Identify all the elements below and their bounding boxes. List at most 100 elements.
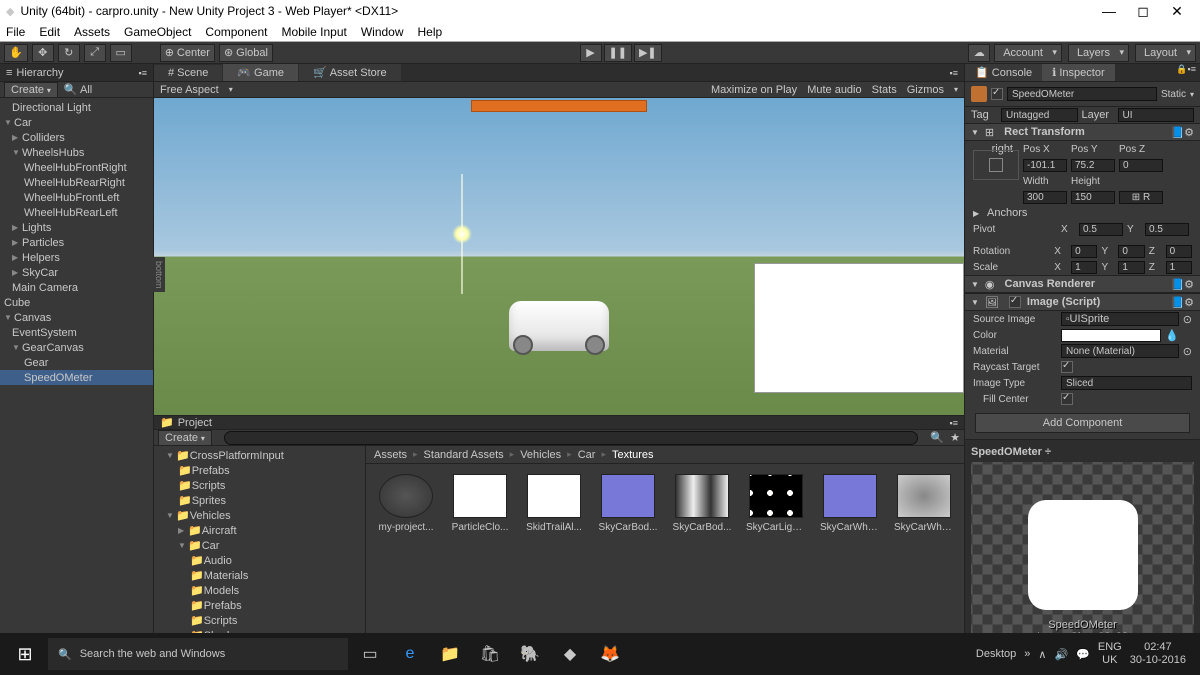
raycast-checkbox[interactable] [1061,361,1073,373]
rot-z[interactable]: 0 [1166,245,1192,258]
blueprint-button[interactable]: ⊞ R [1119,191,1163,204]
hierarchy-item[interactable]: ▶SkyCar [0,265,153,280]
folder-item[interactable]: ▼📁 Car [154,538,365,553]
minimize-button[interactable]: — [1092,3,1126,19]
volume-icon[interactable]: 🔊 [1054,648,1068,661]
hierarchy-item[interactable]: Main Camera [0,280,153,295]
anchors-foldout[interactable]: Anchors [987,207,1027,219]
color-field[interactable] [1061,329,1161,342]
project-tab[interactable]: Project [178,417,212,429]
hierarchy-item[interactable]: ▼Canvas [0,310,153,325]
desktop-label[interactable]: Desktop [976,648,1016,660]
asset-item[interactable]: SkyCarBod... [598,474,658,533]
tray-up-icon[interactable]: ∧ [1038,648,1046,661]
asset-item[interactable]: SkidTrailAl... [524,474,584,533]
asset-item[interactable]: SkyCarBod... [672,474,732,533]
edge-icon[interactable]: e [392,638,428,670]
crumb[interactable]: Textures [612,449,654,461]
hierarchy-search[interactable]: 🔍 All [64,83,149,96]
scale-tool[interactable]: ⤢ [84,44,106,62]
hierarchy-item[interactable]: WheelHubRearLeft [0,205,153,220]
hierarchy-item[interactable]: ▶Lights [0,220,153,235]
store-icon[interactable]: 🛍 [472,638,508,670]
pivot-mode-button[interactable]: ⊕Center [160,44,215,62]
folder-item[interactable]: 📁 Materials [154,568,365,583]
layer-dropdown[interactable]: UI [1118,108,1195,122]
cloud-button[interactable]: ☁ [968,44,990,62]
image-header[interactable]: ▼🖼Image (Script)📘⚙ [965,293,1200,311]
hierarchy-item[interactable]: WheelHubRearRight [0,175,153,190]
project-tree[interactable]: ▼📁 CrossPlatformInput 📁 Prefabs 📁 Script… [154,446,366,660]
task-view-icon[interactable]: ▭ [352,638,388,670]
taskbar-search[interactable]: 🔍 Search the web and Windows [48,638,348,670]
hierarchy-item[interactable]: WheelHubFrontLeft [0,190,153,205]
rect-transform-header[interactable]: ▼⊞Rect Transform 📘⚙ [965,123,1200,141]
layers-dropdown[interactable]: Layers [1068,44,1129,62]
static-label[interactable]: Static [1161,89,1186,100]
folder-item[interactable]: 📁 Audio [154,553,365,568]
folder-item[interactable]: 📁 Sprites [154,493,365,508]
pivot-rotation-button[interactable]: ⊛Global [219,44,273,62]
folder-item[interactable]: ▼📁 Vehicles [154,508,365,523]
maximize-on-play[interactable]: Maximize on Play [711,84,797,96]
asset-item[interactable]: SkyCarWhe... [820,474,880,533]
tab-asset-store[interactable]: 🛒Asset Store [299,64,401,81]
width-field[interactable]: 300 [1023,191,1067,204]
play-button[interactable]: ▶ [580,44,602,62]
project-create-button[interactable]: Create ▾ [158,430,212,446]
notifications-icon[interactable]: 💬 [1076,648,1090,661]
menu-component[interactable]: Component [205,25,267,39]
gizmos-dropdown[interactable]: Gizmos [907,84,944,96]
height-field[interactable]: 150 [1071,191,1115,204]
component-menu-icon[interactable]: 📘⚙ [1170,296,1194,309]
hierarchy-item[interactable]: Gear [0,355,153,370]
scale-z[interactable]: 1 [1166,261,1192,274]
asset-item[interactable]: SkyCarLigh... [746,474,806,533]
source-image-field[interactable]: ▫ UISprite [1061,312,1179,326]
menu-assets[interactable]: Assets [74,25,110,39]
tag-dropdown[interactable]: Untagged [1001,108,1078,122]
preview-image[interactable]: SpeedOMeterImage Size: 32x32 [971,462,1194,647]
inspector-menu-icon[interactable]: 🔒▪≡ [1172,64,1200,81]
menu-mobileinput[interactable]: Mobile Input [281,25,346,39]
hierarchy-tree[interactable]: Directional Light ▼Car ▶Colliders ▼Wheel… [0,98,153,653]
add-component-button[interactable]: Add Component [975,413,1190,433]
tab-inspector[interactable]: ℹ Inspector [1042,64,1115,81]
component-menu-icon[interactable]: 📘⚙ [1170,278,1194,291]
tray-overflow-icon[interactable]: » [1024,648,1030,660]
image-type-dropdown[interactable]: Sliced [1061,376,1192,390]
hierarchy-item[interactable]: ▶Colliders [0,130,153,145]
hierarchy-item[interactable]: ▼WheelsHubs [0,145,153,160]
asset-item[interactable]: SkyCarWhe... [894,474,954,533]
game-view[interactable]: bottom [154,98,964,415]
hierarchy-item[interactable]: EventSystem [0,325,153,340]
canvas-renderer-header[interactable]: ▼◉Canvas Renderer📘⚙ [965,275,1200,293]
hierarchy-menu-icon[interactable]: ▪≡ [139,68,147,78]
unity-icon[interactable]: ◆ [552,638,588,670]
folder-item[interactable]: 📁 Prefabs [154,463,365,478]
posy-field[interactable]: 75.2 [1071,159,1115,172]
folder-item[interactable]: 📁 Scripts [154,613,365,628]
menu-edit[interactable]: Edit [39,25,60,39]
folder-item[interactable]: ▼📁 CrossPlatformInput [154,448,365,463]
tab-menu-icon[interactable]: ▪≡ [944,68,964,78]
scale-y[interactable]: 1 [1118,261,1144,274]
hierarchy-item-selected[interactable]: SpeedOMeter [0,370,153,385]
fill-center-checkbox[interactable] [1061,393,1073,405]
hierarchy-item[interactable]: Cube [0,295,153,310]
move-tool[interactable]: ✥ [32,44,54,62]
active-checkbox[interactable] [991,88,1003,100]
material-field[interactable]: None (Material) [1061,344,1179,358]
hierarchy-item[interactable]: WheelHubFrontRight [0,160,153,175]
image-enabled-checkbox[interactable] [1009,296,1021,308]
rot-y[interactable]: 0 [1118,245,1144,258]
hierarchy-item[interactable]: Directional Light [0,100,153,115]
account-dropdown[interactable]: Account [994,44,1062,62]
firefox-icon[interactable]: 🦊 [592,638,628,670]
mute-audio[interactable]: Mute audio [807,84,861,96]
folder-item[interactable]: 📁 Models [154,583,365,598]
evernote-icon[interactable]: 🐘 [512,638,548,670]
hierarchy-item[interactable]: ▶Helpers [0,250,153,265]
asset-item[interactable]: ParticleClo... [450,474,510,533]
folder-item[interactable]: ▶📁 Aircraft [154,523,365,538]
